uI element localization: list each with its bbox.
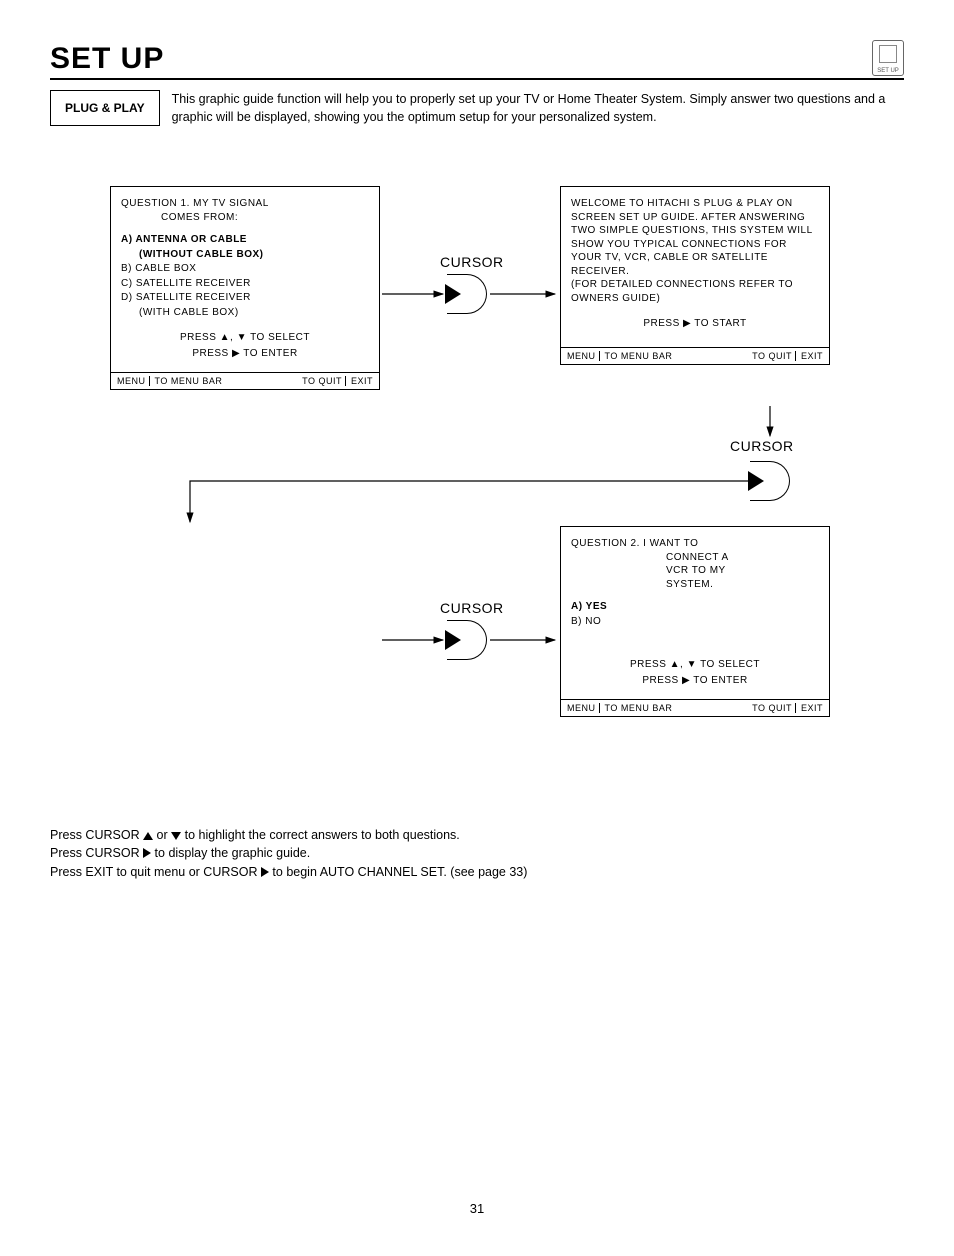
triangle-down-icon bbox=[171, 832, 181, 840]
setup-logo-icon: SET UP bbox=[872, 40, 904, 76]
triangle-right-icon bbox=[261, 867, 269, 877]
page-number: 31 bbox=[50, 1201, 904, 1216]
intro-row: PLUG & PLAY This graphic guide function … bbox=[50, 90, 904, 126]
flow-arrows bbox=[50, 186, 900, 786]
flow-diagram: ▲▼SET UPCUSTOMVIDEOAUDIOTHEATERINFO MENU… bbox=[50, 186, 904, 786]
instructions: Press CURSOR or to highlight the correct… bbox=[50, 826, 904, 880]
page-title: SET UP bbox=[50, 42, 164, 76]
intro-text: This graphic guide function will help yo… bbox=[172, 90, 904, 126]
triangle-right-icon bbox=[143, 848, 151, 858]
plug-and-play-box: PLUG & PLAY bbox=[50, 90, 160, 126]
triangle-up-icon bbox=[143, 832, 153, 840]
